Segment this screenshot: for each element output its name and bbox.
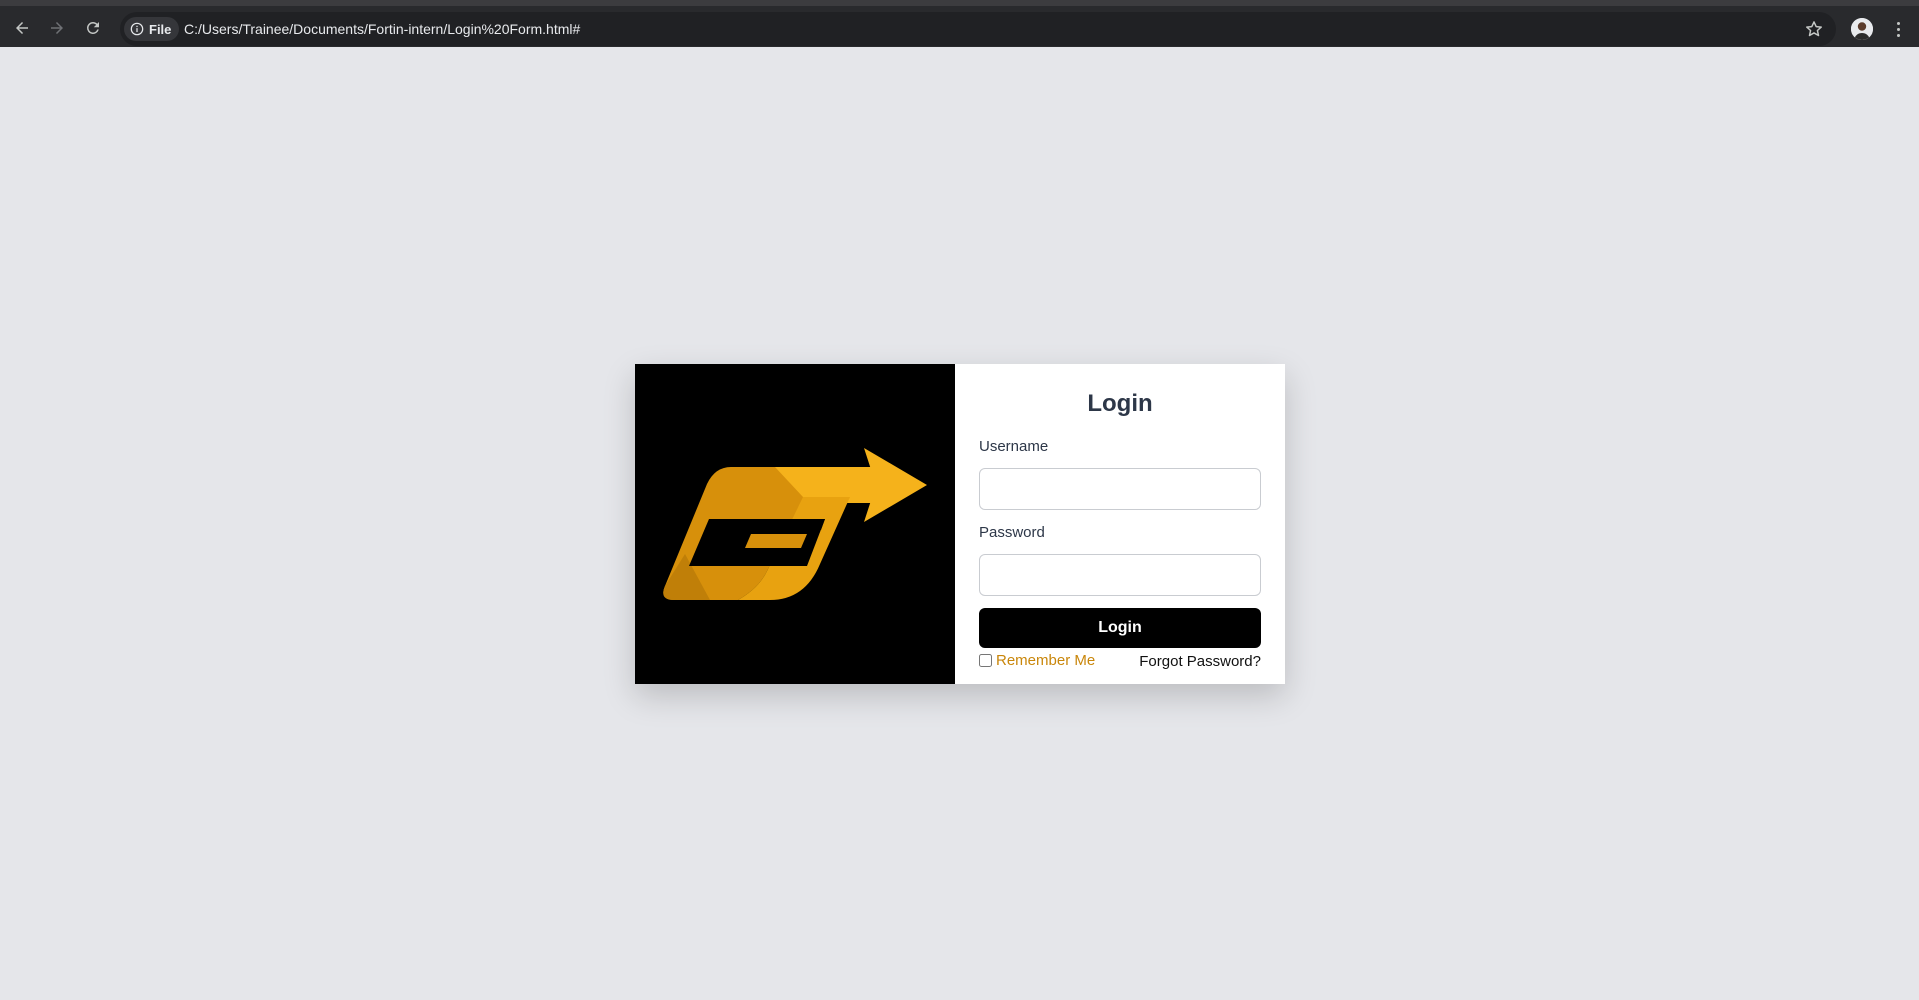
remember-me-label[interactable]: Remember Me bbox=[996, 652, 1095, 669]
login-button[interactable]: Login bbox=[979, 608, 1261, 648]
kebab-menu-icon[interactable] bbox=[1888, 18, 1908, 40]
browser-toolbar: File C:/Users/Trainee/Documents/Fortin-i… bbox=[0, 0, 1919, 47]
address-bar[interactable]: File C:/Users/Trainee/Documents/Fortin-i… bbox=[120, 12, 1836, 46]
forward-button[interactable] bbox=[45, 16, 69, 40]
back-button[interactable] bbox=[10, 16, 34, 40]
reload-button[interactable] bbox=[81, 16, 105, 40]
remember-me[interactable]: Remember Me bbox=[979, 652, 1095, 669]
login-form: Login Username Password Login Remember M… bbox=[955, 364, 1285, 684]
password-input[interactable] bbox=[979, 554, 1261, 596]
password-label: Password bbox=[979, 524, 1045, 541]
site-info-chip[interactable]: File bbox=[124, 17, 180, 41]
username-label: Username bbox=[979, 438, 1049, 455]
profile-avatar[interactable] bbox=[1851, 18, 1873, 40]
url-text[interactable]: C:/Users/Trainee/Documents/Fortin-intern… bbox=[184, 21, 580, 37]
username-input[interactable] bbox=[979, 468, 1261, 510]
profile-avatar-image bbox=[1851, 18, 1873, 40]
login-card: Login Username Password Login Remember M… bbox=[635, 364, 1285, 684]
forgot-password-link[interactable]: Forgot Password? bbox=[1139, 653, 1261, 670]
site-chip-label: File bbox=[149, 21, 172, 37]
logo-panel bbox=[635, 364, 955, 684]
star-icon[interactable] bbox=[1804, 19, 1824, 39]
info-icon bbox=[130, 22, 144, 36]
remember-me-checkbox[interactable] bbox=[979, 654, 992, 667]
back-arrow-icon bbox=[16, 22, 28, 34]
form-title: Login bbox=[1087, 390, 1153, 417]
brand-logo bbox=[663, 448, 927, 600]
reload-icon bbox=[86, 21, 99, 34]
forward-arrow-icon bbox=[51, 22, 63, 34]
